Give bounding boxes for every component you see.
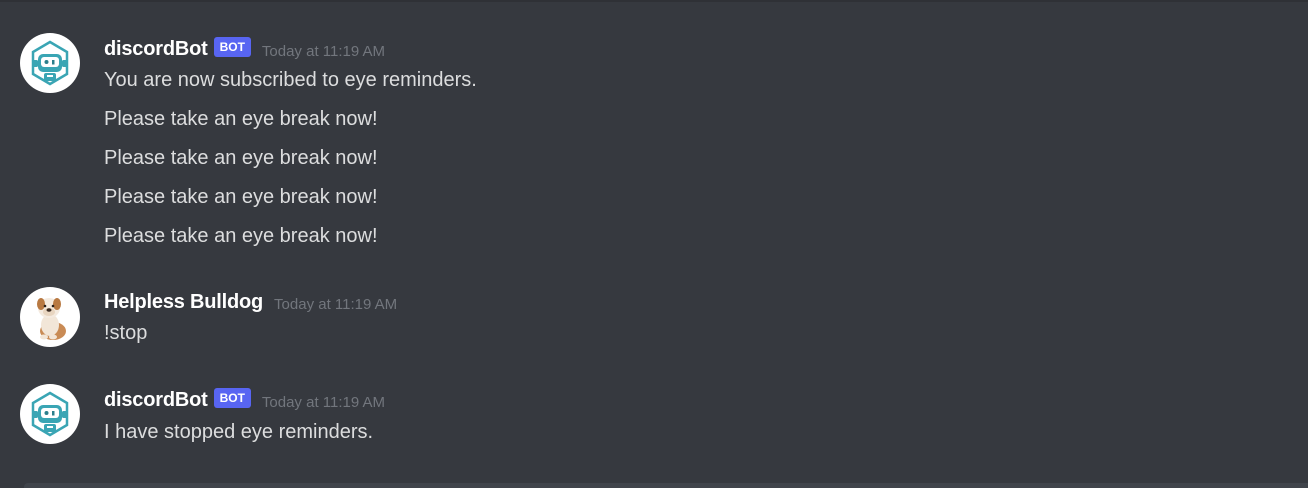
message-header: discordBot BOT Today at 11:19 AM xyxy=(104,387,385,413)
username[interactable]: discordBot xyxy=(104,389,208,412)
bot-tag: BOT xyxy=(213,37,251,57)
message-text: Please take an eye break now! xyxy=(104,108,378,130)
message-text: You are now subscribed to eye reminders. xyxy=(104,69,477,91)
avatar[interactable] xyxy=(20,384,80,444)
timestamp[interactable]: Today at 11:19 AM xyxy=(274,296,397,313)
message-text: !stop xyxy=(104,322,148,344)
username[interactable]: discordBot xyxy=(104,38,208,61)
message-input-edge[interactable] xyxy=(24,483,1308,488)
avatar[interactable] xyxy=(20,287,80,347)
timestamp[interactable]: Today at 11:19 AM xyxy=(262,43,385,60)
bulldog-icon xyxy=(37,298,66,340)
message-header: Helpless Bulldog Today at 11:19 AM xyxy=(104,289,397,315)
message-text: Please take an eye break now! xyxy=(104,225,378,247)
timestamp[interactable]: Today at 11:19 AM xyxy=(262,394,385,411)
bot-tag: BOT xyxy=(213,388,251,408)
avatar[interactable] xyxy=(20,33,80,93)
robot-icon xyxy=(31,40,69,86)
message-text: Please take an eye break now! xyxy=(104,147,378,169)
message-header: discordBot BOT Today at 11:19 AM xyxy=(104,36,385,62)
window-top-edge xyxy=(0,0,1308,2)
message-text: I have stopped eye reminders. xyxy=(104,421,374,443)
username[interactable]: Helpless Bulldog xyxy=(104,291,263,314)
message-text: Please take an eye break now! xyxy=(104,186,378,208)
robot-icon xyxy=(31,391,69,437)
